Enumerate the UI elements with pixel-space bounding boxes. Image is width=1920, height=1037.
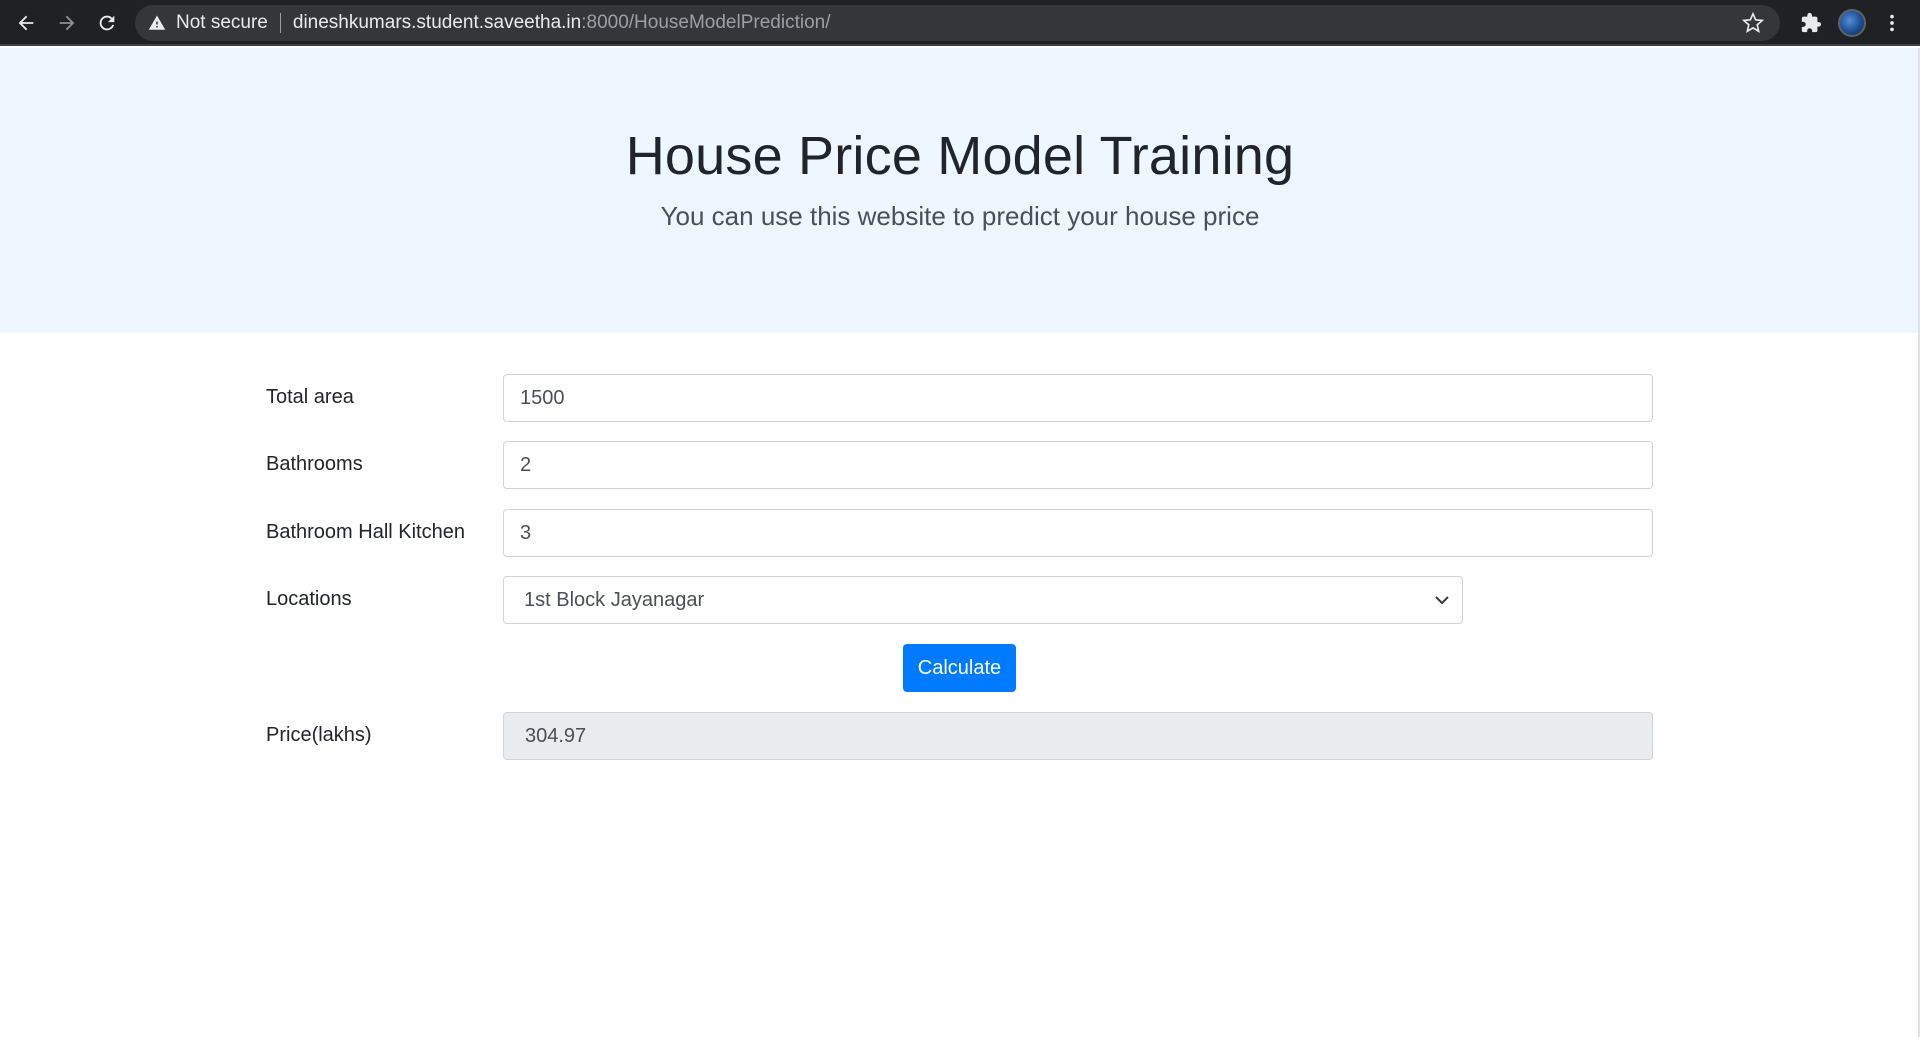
header-banner: House Price Model Training You can use t… [0,48,1920,333]
price-row: Price(lakhs) 304.97 [0,712,1920,762]
page-subtitle: You can use this website to predict your… [660,201,1260,231]
calculate-button[interactable]: Calculate [903,644,1016,692]
locations-selected-value: 1st Block Jayanagar [524,588,705,611]
page-title: House Price Model Training [625,126,1295,186]
locations-select[interactable]: 1st Block Jayanagar [503,576,1463,624]
bathrooms-label: Bathrooms [266,453,363,475]
bookmark-star-icon[interactable] [1742,12,1764,34]
warning-icon [148,14,166,32]
total-area-input[interactable]: 1500 [503,374,1653,422]
total-area-row: Total area 1500 [0,374,1920,424]
profile-avatar-icon[interactable] [1838,9,1866,37]
bathrooms-input[interactable]: 2 [503,441,1653,489]
security-label[interactable]: Not secure [176,12,268,34]
total-area-label: Total area [266,386,354,408]
bathrooms-row: Bathrooms 2 [0,441,1920,491]
more-menu-icon[interactable] [1876,7,1908,39]
url-text[interactable]: dineshkumars.student.saveetha.in:8000/Ho… [293,12,831,34]
forward-icon[interactable] [51,7,83,39]
chevron-down-icon [1435,596,1449,605]
reload-icon[interactable] [91,7,123,39]
url-path: :8000/HouseModelPrediction/ [581,12,831,33]
url-host: dineshkumars.student.saveetha.in [292,12,582,33]
locations-row: Locations 1st Block Jayanagar [0,576,1920,626]
price-output: 304.97 [503,712,1653,760]
bhk-label: Bathroom Hall Kitchen [266,521,465,543]
address-divider [279,13,281,33]
bhk-input[interactable]: 3 [503,509,1653,557]
browser-toolbar: Not secure dineshkumars.student.saveetha… [0,0,1920,46]
bhk-row: Bathroom Hall Kitchen 3 [0,509,1920,559]
back-icon[interactable] [10,7,42,39]
locations-label: Locations [266,588,352,610]
address-bar[interactable]: Not secure dineshkumars.student.saveetha… [135,5,1780,41]
price-label: Price(lakhs) [266,724,372,746]
extensions-icon[interactable] [1795,7,1827,39]
